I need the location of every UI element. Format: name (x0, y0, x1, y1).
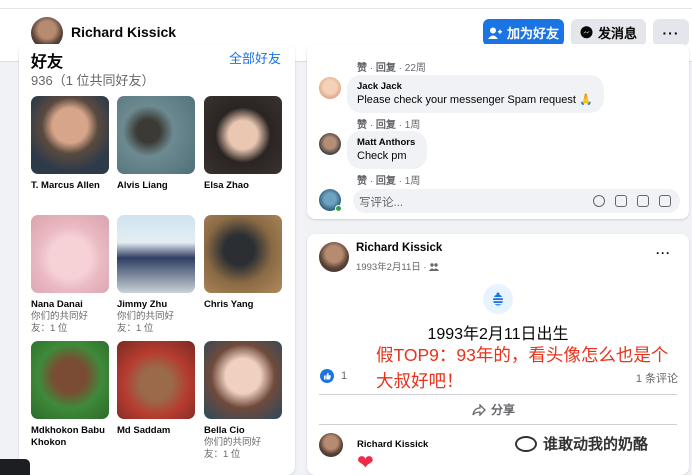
friend-photo[interactable] (204, 215, 282, 293)
see-all-friends-link[interactable]: 全部好友 (229, 48, 281, 67)
life-event-text: 1993年2月11日出生 (427, 326, 569, 343)
emoji-icon[interactable] (593, 195, 605, 207)
message-button[interactable]: 发消息 (571, 19, 646, 46)
comments-card: 赞 · 回复 · 22周 Jack Jack Please check your… (307, 44, 689, 219)
share-icon (472, 403, 486, 416)
comment-avatar[interactable] (319, 433, 343, 457)
watermark: 谁敢动我的奶酪 (515, 433, 648, 454)
friend-photo[interactable] (31, 215, 109, 293)
sticker-icon[interactable] (659, 195, 671, 207)
comment-author[interactable]: Matt Anthors (357, 137, 417, 149)
comment-bubble: Matt Anthors Check pm (347, 131, 427, 169)
annotation-line-2: 大叔好吧！ (376, 371, 464, 391)
annotation-line-1: 假TOP9：93年的，看头像怎么也是个 (376, 345, 669, 365)
post-author[interactable]: Richard Kissick (356, 242, 442, 254)
like-link[interactable]: 赞 (357, 176, 367, 187)
message-label: 发消息 (597, 26, 637, 41)
friend-photo[interactable] (31, 96, 109, 174)
comment-actions: 赞 · 回复 · 1周 (357, 176, 421, 187)
divider (319, 394, 677, 395)
friend-photo[interactable] (117, 96, 195, 174)
friend-item[interactable]: Jimmy Zhu 你们的共同好友：1 位 (117, 215, 197, 335)
post-date-text[interactable]: 1993年2月11日 · (356, 262, 427, 273)
friend-photo[interactable] (204, 341, 282, 419)
heart-emoji: ❤ (357, 452, 374, 474)
friend-name[interactable]: Mdkhokon Babu Khokon (31, 425, 111, 449)
camera-icon[interactable] (615, 195, 627, 207)
top-strip (0, 0, 692, 9)
write-comment-input[interactable]: 写评论... (353, 189, 680, 213)
friend-item[interactable]: T. Marcus Allen (31, 96, 111, 192)
friends-title: 好友 (31, 54, 64, 71)
like-link[interactable]: 赞 (357, 63, 367, 74)
life-event-icon (483, 284, 513, 314)
reply-link[interactable]: 回复 (376, 120, 396, 131)
comment-actions: 赞 · 回复 · 22周 (357, 63, 426, 74)
friend-name[interactable]: Elsa Zhao (204, 180, 284, 192)
friend-name[interactable]: T. Marcus Allen (31, 180, 111, 192)
post-more-button[interactable]: ··· (656, 246, 671, 260)
add-friend-icon (487, 27, 502, 39)
friend-photo[interactable] (204, 96, 282, 174)
friend-name[interactable]: Alvis Liang (117, 180, 197, 192)
profile-name[interactable]: Richard Kissick (71, 24, 176, 40)
friend-item[interactable]: Elsa Zhao (204, 96, 284, 192)
annotation-overlay: 假TOP9：93年的，看头像怎么也是个 大叔好吧！ (376, 342, 688, 394)
mutual-friends-text: 你们的共同好友：1 位 (31, 311, 89, 334)
comment-time[interactable]: 1周 (405, 120, 421, 131)
friend-name[interactable]: Nana Danai (31, 299, 111, 311)
reaction-count[interactable]: 1 (341, 370, 347, 382)
comment-author[interactable]: Jack Jack (357, 81, 594, 93)
wechat-logo-icon (515, 435, 537, 452)
post-avatar[interactable] (319, 242, 349, 272)
comment-avatar[interactable] (319, 133, 341, 155)
divider (319, 424, 677, 425)
comment-text: Please check your messenger Spam request… (357, 94, 593, 106)
friend-name[interactable]: Chris Yang (204, 299, 284, 311)
add-friend-label: 加为好友 (506, 26, 559, 41)
friend-name[interactable]: Bella Cio (204, 425, 284, 437)
write-comment-placeholder: 写评论... (359, 197, 404, 209)
more-options-button[interactable]: ··· (653, 19, 689, 46)
comment-time[interactable]: 22周 (405, 63, 426, 74)
friend-name[interactable]: Md Saddam (117, 425, 197, 437)
messenger-icon (580, 26, 593, 39)
friends-count: 936（1 位共同好友） (31, 73, 155, 88)
comment-time[interactable]: 1周 (405, 176, 421, 187)
like-reaction-icon[interactable] (320, 369, 334, 383)
add-friend-button[interactable]: 加为好友 (483, 19, 564, 46)
friend-photo[interactable] (117, 341, 195, 419)
friend-item[interactable]: Alvis Liang (117, 96, 197, 192)
comment-text: Check pm (357, 150, 407, 162)
friend-photo[interactable] (31, 341, 109, 419)
friend-name[interactable]: Jimmy Zhu (117, 299, 197, 311)
friend-item[interactable]: Bella Cio 你们的共同好友：1 位 (204, 341, 284, 461)
friend-photo[interactable] (117, 215, 195, 293)
friends-card: 好友 全部好友 936（1 位共同好友） T. Marcus Allen Alv… (19, 44, 295, 475)
friend-item[interactable]: Md Saddam (117, 341, 197, 437)
comment-author[interactable]: Richard Kissick (357, 439, 428, 450)
post-date: 1993年2月11日 · (356, 259, 440, 273)
comment-avatar[interactable] (319, 77, 341, 99)
mutual-friends-text: 你们的共同好友：1 位 (204, 437, 262, 460)
corner-overlay (0, 459, 30, 475)
friend-item[interactable]: Nana Danai 你们的共同好友：1 位 (31, 215, 111, 335)
gif-icon[interactable] (637, 195, 649, 207)
share-button[interactable]: 分享 (472, 401, 515, 418)
reply-link[interactable]: 回复 (376, 176, 396, 187)
online-status-dot (335, 205, 342, 212)
watermark-text: 谁敢动我的奶酪 (543, 436, 649, 453)
comment-actions: 赞 · 回复 · 1周 (357, 120, 421, 131)
comment-bubble: Jack Jack Please check your messenger Sp… (347, 75, 604, 113)
share-label: 分享 (491, 403, 516, 417)
friend-item[interactable]: Mdkhokon Babu Khokon (31, 341, 111, 449)
like-link[interactable]: 赞 (357, 120, 367, 131)
mutual-friends-text: 你们的共同好友：1 位 (117, 311, 175, 334)
reply-link[interactable]: 回复 (376, 63, 396, 74)
friend-item[interactable]: Chris Yang (204, 215, 284, 311)
privacy-friends-icon (429, 263, 440, 272)
